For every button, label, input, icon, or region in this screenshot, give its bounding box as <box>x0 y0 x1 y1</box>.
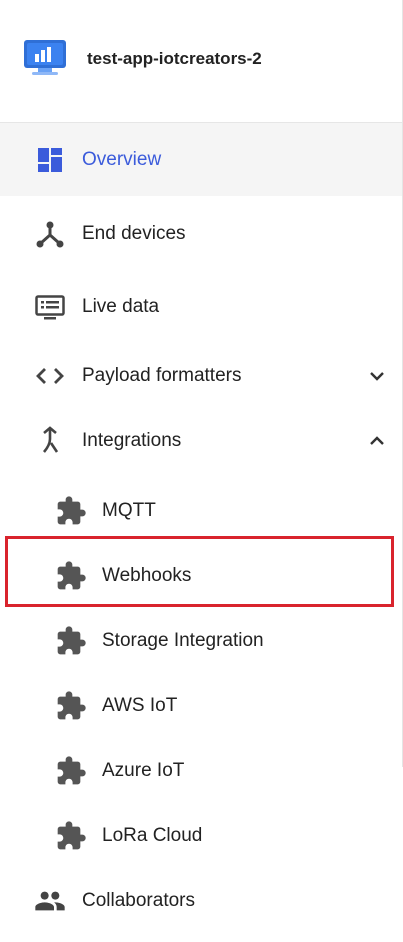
nav-label-integrations: Integrations <box>82 430 182 451</box>
sub-item-lora-cloud[interactable]: LoRa Cloud <box>0 804 402 868</box>
nav-item-end-devices[interactable]: End devices <box>0 202 402 266</box>
sub-label-aws-iot: AWS IoT <box>102 695 178 716</box>
sub-label-azure-iot: Azure IoT <box>102 760 185 781</box>
nav-item-integrations[interactable]: Integrations <box>0 409 402 473</box>
sub-item-storage-integration[interactable]: Storage Integration <box>0 609 402 673</box>
sub-label-storage-integration: Storage Integration <box>102 630 264 651</box>
nav-item-overview[interactable]: Overview <box>0 123 402 196</box>
nav-item-payload-formatters[interactable]: Payload formatters <box>0 344 402 408</box>
merge-icon <box>43 426 59 453</box>
people-icon <box>35 891 65 911</box>
app-dashboard-logo-icon <box>24 40 66 75</box>
nav-label-collaborators: Collaborators <box>82 890 195 911</box>
nav-label-payload-formatters: Payload formatters <box>82 365 242 386</box>
puzzle-icon <box>57 561 86 590</box>
nav-label-end-devices: End devices <box>82 223 186 244</box>
sub-label-mqtt: MQTT <box>102 500 156 521</box>
chevron-down-icon[interactable] <box>366 365 388 387</box>
puzzle-icon <box>57 691 86 720</box>
sub-label-webhooks: Webhooks <box>102 565 192 586</box>
sub-item-aws-iot[interactable]: AWS IoT <box>0 674 402 738</box>
nav-label-live-data: Live data <box>82 296 160 317</box>
code-icon <box>36 368 64 384</box>
sub-item-mqtt[interactable]: MQTT <box>0 479 402 543</box>
sidebar: test-app-iotcreators-2 Overview End devi… <box>0 0 403 942</box>
live-data-icon <box>35 295 65 320</box>
nav-item-collaborators[interactable]: Collaborators <box>0 869 402 933</box>
app-title: test-app-iotcreators-2 <box>87 49 262 68</box>
puzzle-icon <box>57 821 86 850</box>
sub-item-azure-iot[interactable]: Azure IoT <box>0 739 402 803</box>
app-header: test-app-iotcreators-2 <box>0 0 402 123</box>
device-hub-icon <box>36 221 64 248</box>
nav-label-overview: Overview <box>82 148 162 170</box>
nav-item-live-data[interactable]: Live data <box>0 275 402 339</box>
puzzle-icon <box>57 496 86 525</box>
dashboard-icon <box>38 147 62 172</box>
sub-item-webhooks[interactable]: Webhooks <box>0 544 402 608</box>
puzzle-icon <box>57 626 86 655</box>
puzzle-icon <box>57 756 86 785</box>
sub-label-lora-cloud: LoRa Cloud <box>102 825 203 846</box>
chevron-up-icon[interactable] <box>366 430 388 452</box>
